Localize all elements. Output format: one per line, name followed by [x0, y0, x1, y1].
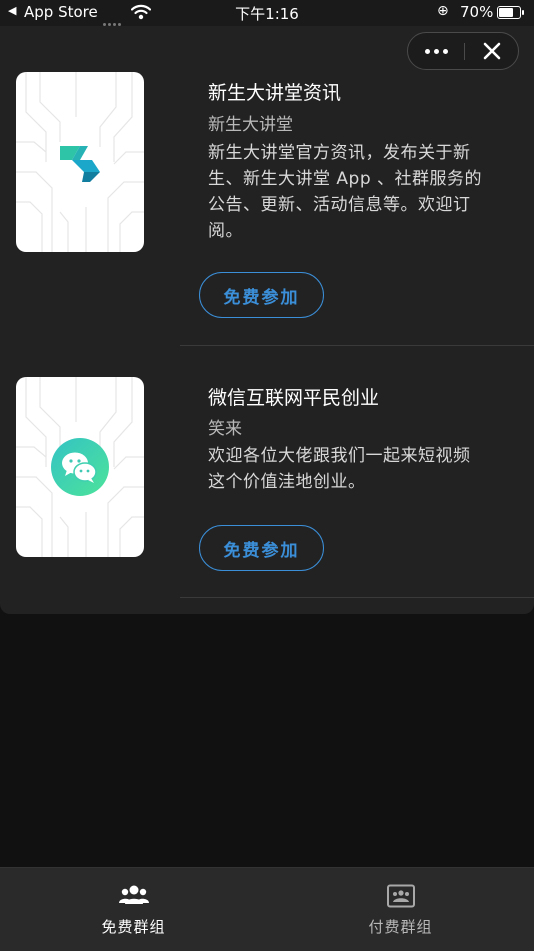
- xinsheng-logo-icon: [60, 146, 100, 182]
- group-description: 新生大讲堂官方资讯，发布关于新 生、新生大讲堂 App 、社群服务的 公告、更新…: [208, 140, 513, 244]
- group-owner: 笑来: [208, 419, 242, 439]
- group-owner: 新生大讲堂: [208, 115, 293, 135]
- tab-label: 付费群组: [368, 918, 433, 936]
- join-free-button[interactable]: 免费参加: [199, 525, 324, 571]
- orientation-lock-icon: ⊕: [437, 3, 449, 19]
- description-line: 新生大讲堂官方资讯，发布关于新: [208, 143, 471, 163]
- group-card[interactable]: 微信互联网平民创业 笑来 欢迎各位大佬跟我们一起来短视频 这个价值洼地创业。 免…: [0, 346, 534, 598]
- group-title: 新生大讲堂资讯: [208, 82, 342, 104]
- group-list-panel: 新生大讲堂资讯 新生大讲堂 新生大讲堂官方资讯，发布关于新 生、新生大讲堂 Ap…: [0, 26, 534, 614]
- group-thumbnail: [16, 377, 144, 557]
- group-card[interactable]: 新生大讲堂资讯 新生大讲堂 新生大讲堂官方资讯，发布关于新 生、新生大讲堂 Ap…: [0, 26, 534, 346]
- description-line: 公告、更新、活动信息等。欢迎订: [208, 195, 471, 215]
- status-bar: ◀ App Store 下午1:16 ⊕ 70%: [0, 0, 534, 26]
- tab-label: 免费群组: [101, 918, 166, 936]
- join-free-button[interactable]: 免费参加: [199, 272, 324, 318]
- tab-paid-groups[interactable]: 付费群组: [267, 868, 534, 951]
- card-divider: [180, 597, 534, 598]
- bottom-tab-bar: 免费群组 付费群组: [0, 867, 534, 951]
- tab-free-groups[interactable]: 免费群组: [0, 868, 267, 951]
- description-line: 生、新生大讲堂 App 、社群服务的: [208, 169, 483, 189]
- wechat-icon: [51, 438, 109, 496]
- description-line: 阅。: [208, 221, 243, 241]
- paid-group-icon: [387, 884, 415, 908]
- battery-icon: [497, 6, 524, 19]
- status-time: 下午1:16: [235, 5, 299, 23]
- people-icon: [119, 885, 149, 904]
- description-line: 这个价值洼地创业。: [208, 472, 366, 492]
- group-thumbnail: [16, 72, 144, 252]
- group-title: 微信互联网平民创业: [208, 387, 380, 409]
- group-description: 欢迎各位大佬跟我们一起来短视频 这个价值洼地创业。: [208, 443, 513, 495]
- battery-percent: 70%: [460, 3, 494, 21]
- description-line: 欢迎各位大佬跟我们一起来短视频: [208, 446, 471, 466]
